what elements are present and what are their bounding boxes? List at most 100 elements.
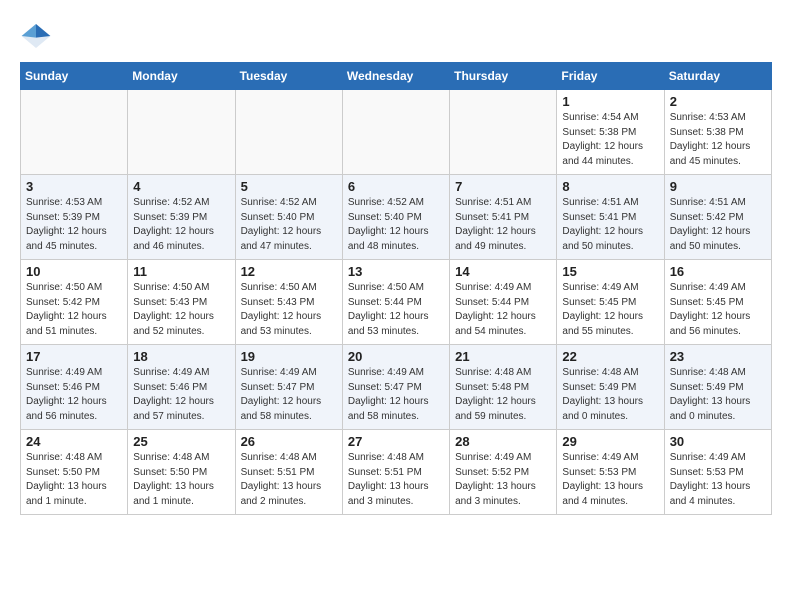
calendar-week-row: 1 Sunrise: 4:54 AM Sunset: 5:38 PM Daylig… (21, 90, 772, 175)
calendar-cell (21, 90, 128, 175)
calendar-cell: 27 Sunrise: 4:48 AM Sunset: 5:51 PM Dayli… (342, 430, 449, 515)
day-info: Sunrise: 4:51 AM Sunset: 5:41 PM Dayligh… (455, 196, 551, 254)
calendar-cell: 6 Sunrise: 4:52 AM Sunset: 5:40 PM Daylig… (342, 175, 449, 260)
weekday-header-row: SundayMondayTuesdayWednesdayThursdayFrid… (21, 63, 772, 90)
calendar-cell (128, 90, 235, 175)
calendar-cell: 30 Sunrise: 4:49 AM Sunset: 5:53 PM Dayli… (664, 430, 771, 515)
day-number: 19 (241, 349, 337, 364)
calendar-cell (342, 90, 449, 175)
day-info: Sunrise: 4:49 AM Sunset: 5:53 PM Dayligh… (562, 451, 658, 509)
day-number: 15 (562, 264, 658, 279)
calendar-cell: 10 Sunrise: 4:50 AM Sunset: 5:42 PM Dayli… (21, 260, 128, 345)
day-info: Sunrise: 4:51 AM Sunset: 5:41 PM Dayligh… (562, 196, 658, 254)
calendar-week-row: 3 Sunrise: 4:53 AM Sunset: 5:39 PM Daylig… (21, 175, 772, 260)
calendar-cell: 14 Sunrise: 4:49 AM Sunset: 5:44 PM Dayli… (450, 260, 557, 345)
day-info: Sunrise: 4:49 AM Sunset: 5:47 PM Dayligh… (348, 366, 444, 424)
day-number: 28 (455, 434, 551, 449)
calendar-cell: 13 Sunrise: 4:50 AM Sunset: 5:44 PM Dayli… (342, 260, 449, 345)
day-info: Sunrise: 4:52 AM Sunset: 5:40 PM Dayligh… (348, 196, 444, 254)
calendar-table: SundayMondayTuesdayWednesdayThursdayFrid… (20, 62, 772, 515)
day-number: 29 (562, 434, 658, 449)
calendar-cell: 24 Sunrise: 4:48 AM Sunset: 5:50 PM Dayli… (21, 430, 128, 515)
day-info: Sunrise: 4:50 AM Sunset: 5:42 PM Dayligh… (26, 281, 122, 339)
weekday-header: Saturday (664, 63, 771, 90)
calendar-cell: 18Sunrise: 4:49 AM Sunset: 5:46 PM Dayli… (128, 345, 235, 430)
day-number: 30 (670, 434, 766, 449)
calendar-cell: 28 Sunrise: 4:49 AM Sunset: 5:52 PM Dayli… (450, 430, 557, 515)
day-info: Sunrise: 4:51 AM Sunset: 5:42 PM Dayligh… (670, 196, 766, 254)
calendar-cell: 22 Sunrise: 4:48 AM Sunset: 5:49 PM Dayli… (557, 345, 664, 430)
day-number: 24 (26, 434, 122, 449)
day-number: 20 (348, 349, 444, 364)
weekday-header: Thursday (450, 63, 557, 90)
calendar-cell: 7 Sunrise: 4:51 AM Sunset: 5:41 PM Daylig… (450, 175, 557, 260)
logo (20, 20, 56, 52)
day-number: 10 (26, 264, 122, 279)
day-info: Sunrise: 4:49 AM Sunset: 5:52 PM Dayligh… (455, 451, 551, 509)
day-number: 6 (348, 179, 444, 194)
day-info: Sunrise: 4:52 AM Sunset: 5:39 PM Dayligh… (133, 196, 229, 254)
calendar-week-row: 10 Sunrise: 4:50 AM Sunset: 5:42 PM Dayli… (21, 260, 772, 345)
calendar-cell: 11Sunrise: 4:50 AM Sunset: 5:43 PM Dayli… (128, 260, 235, 345)
calendar-cell: 21 Sunrise: 4:48 AM Sunset: 5:48 PM Dayli… (450, 345, 557, 430)
day-info: Sunrise: 4:49 AM Sunset: 5:53 PM Dayligh… (670, 451, 766, 509)
calendar-cell: 4 Sunrise: 4:52 AM Sunset: 5:39 PM Daylig… (128, 175, 235, 260)
day-info: Sunrise: 4:48 AM Sunset: 5:48 PM Dayligh… (455, 366, 551, 424)
day-number: 13 (348, 264, 444, 279)
day-number: 4 (133, 179, 229, 194)
calendar-cell: 12Sunrise: 4:50 AM Sunset: 5:43 PM Dayli… (235, 260, 342, 345)
day-number: 25 (133, 434, 229, 449)
day-info: Sunrise: 4:49 AM Sunset: 5:45 PM Dayligh… (670, 281, 766, 339)
day-info: Sunrise: 4:49 AM Sunset: 5:44 PM Dayligh… (455, 281, 551, 339)
calendar-cell (235, 90, 342, 175)
day-number: 1 (562, 94, 658, 109)
calendar-cell: 29 Sunrise: 4:49 AM Sunset: 5:53 PM Dayli… (557, 430, 664, 515)
day-info: Sunrise: 4:48 AM Sunset: 5:49 PM Dayligh… (670, 366, 766, 424)
day-info: Sunrise: 4:48 AM Sunset: 5:50 PM Dayligh… (26, 451, 122, 509)
day-number: 9 (670, 179, 766, 194)
day-info: Sunrise: 4:50 AM Sunset: 5:44 PM Dayligh… (348, 281, 444, 339)
day-info: Sunrise: 4:54 AM Sunset: 5:38 PM Dayligh… (562, 111, 658, 169)
logo-icon (20, 20, 52, 52)
calendar-cell: 20 Sunrise: 4:49 AM Sunset: 5:47 PM Dayli… (342, 345, 449, 430)
calendar-cell: 9 Sunrise: 4:51 AM Sunset: 5:42 PM Daylig… (664, 175, 771, 260)
calendar-cell: 8 Sunrise: 4:51 AM Sunset: 5:41 PM Daylig… (557, 175, 664, 260)
calendar-cell: 26 Sunrise: 4:48 AM Sunset: 5:51 PM Dayli… (235, 430, 342, 515)
day-number: 8 (562, 179, 658, 194)
weekday-header: Tuesday (235, 63, 342, 90)
day-info: Sunrise: 4:50 AM Sunset: 5:43 PM Dayligh… (241, 281, 337, 339)
weekday-header: Wednesday (342, 63, 449, 90)
day-info: Sunrise: 4:49 AM Sunset: 5:47 PM Dayligh… (241, 366, 337, 424)
day-number: 3 (26, 179, 122, 194)
day-number: 21 (455, 349, 551, 364)
calendar-cell: 23 Sunrise: 4:48 AM Sunset: 5:49 PM Dayli… (664, 345, 771, 430)
calendar-cell: 3 Sunrise: 4:53 AM Sunset: 5:39 PM Daylig… (21, 175, 128, 260)
day-info: Sunrise: 4:49 AM Sunset: 5:46 PM Dayligh… (133, 366, 229, 424)
day-number: 27 (348, 434, 444, 449)
day-info: Sunrise: 4:48 AM Sunset: 5:51 PM Dayligh… (241, 451, 337, 509)
day-info: Sunrise: 4:48 AM Sunset: 5:49 PM Dayligh… (562, 366, 658, 424)
weekday-header: Monday (128, 63, 235, 90)
day-number: 22 (562, 349, 658, 364)
calendar-cell: 15 Sunrise: 4:49 AM Sunset: 5:45 PM Dayli… (557, 260, 664, 345)
day-info: Sunrise: 4:48 AM Sunset: 5:51 PM Dayligh… (348, 451, 444, 509)
calendar-cell: 16 Sunrise: 4:49 AM Sunset: 5:45 PM Dayli… (664, 260, 771, 345)
day-number: 26 (241, 434, 337, 449)
calendar-cell: 25 Sunrise: 4:48 AM Sunset: 5:50 PM Dayli… (128, 430, 235, 515)
day-number: 5 (241, 179, 337, 194)
day-number: 2 (670, 94, 766, 109)
day-number: 14 (455, 264, 551, 279)
calendar-cell: 5Sunrise: 4:52 AM Sunset: 5:40 PM Daylig… (235, 175, 342, 260)
day-info: Sunrise: 4:53 AM Sunset: 5:39 PM Dayligh… (26, 196, 122, 254)
day-number: 17 (26, 349, 122, 364)
calendar-cell: 2Sunrise: 4:53 AM Sunset: 5:38 PM Daylig… (664, 90, 771, 175)
day-number: 7 (455, 179, 551, 194)
weekday-header: Sunday (21, 63, 128, 90)
calendar-week-row: 17 Sunrise: 4:49 AM Sunset: 5:46 PM Dayli… (21, 345, 772, 430)
day-info: Sunrise: 4:48 AM Sunset: 5:50 PM Dayligh… (133, 451, 229, 509)
calendar-cell: 1 Sunrise: 4:54 AM Sunset: 5:38 PM Daylig… (557, 90, 664, 175)
day-number: 23 (670, 349, 766, 364)
calendar-cell: 19 Sunrise: 4:49 AM Sunset: 5:47 PM Dayli… (235, 345, 342, 430)
day-number: 16 (670, 264, 766, 279)
day-info: Sunrise: 4:49 AM Sunset: 5:45 PM Dayligh… (562, 281, 658, 339)
